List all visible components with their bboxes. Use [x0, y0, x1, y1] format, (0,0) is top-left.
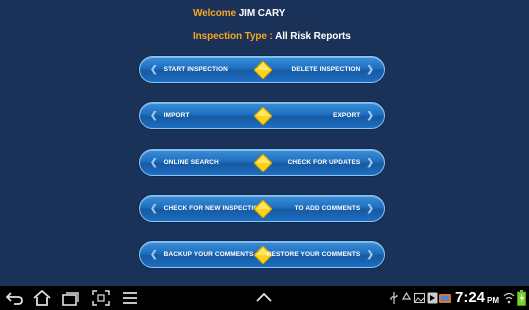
button-label: DELETE INSPECTION	[291, 66, 361, 73]
wifi-icon	[503, 292, 515, 304]
user-name: JIM CARY	[238, 8, 286, 19]
to-add-comments-button[interactable]: TO ADD COMMENTS ❯	[261, 196, 384, 221]
app-notification-icon	[439, 294, 451, 303]
button-label: BACKUP YOUR COMMENTS	[163, 251, 254, 258]
delete-inspection-button[interactable]: DELETE INSPECTION ❯	[261, 57, 384, 82]
backup-your-comments-button[interactable]: ❮ BACKUP YOUR COMMENTS	[140, 242, 263, 267]
gallery-icon	[414, 292, 425, 304]
chevron-left-icon: ❮	[150, 203, 158, 213]
chevron-right-icon: ❯	[366, 110, 374, 120]
button-label: TO ADD COMMENTS	[294, 205, 361, 212]
play-store-icon	[427, 292, 438, 304]
menu-row-3: ❮ ONLINE SEARCH CHECK FOR UPDATES ❯	[139, 149, 385, 176]
import-button[interactable]: ❮ IMPORT	[140, 103, 263, 128]
battery-icon	[517, 290, 526, 306]
chevron-right-icon: ❯	[366, 157, 374, 167]
menu-row-1: ❮ START INSPECTION DELETE INSPECTION ❯	[139, 56, 385, 83]
inspection-type-value: All Risk Reports	[275, 31, 351, 42]
system-navigation-bar: 7:24 PM	[0, 286, 529, 310]
button-label: CHECK FOR NEW INSPECTIONS	[163, 205, 268, 212]
menu-row-2: ❮ IMPORT EXPORT ❯	[139, 102, 385, 129]
welcome-label: Welcome	[193, 8, 237, 19]
check-for-new-inspections-button[interactable]: ❮ CHECK FOR NEW INSPECTIONS	[140, 196, 268, 221]
button-label: EXPORT	[333, 112, 361, 119]
button-label: RESTORE YOUR COMMENTS	[266, 251, 361, 258]
chevron-left-icon: ❮	[150, 157, 158, 167]
menu-row-4: ❮ CHECK FOR NEW INSPECTIONS TO ADD COMME…	[139, 195, 385, 222]
chevron-left-icon: ❮	[150, 110, 158, 120]
recycle-icon	[401, 292, 412, 300]
chevron-right-icon: ❯	[366, 249, 374, 259]
welcome-line: Welcome JIM CARY	[193, 8, 285, 19]
usb-icon	[390, 292, 398, 304]
home-icon[interactable]	[33, 290, 51, 306]
online-search-button[interactable]: ❮ ONLINE SEARCH	[140, 150, 263, 175]
inspection-type-label: Inspection Type :	[193, 31, 273, 42]
chevron-left-icon: ❮	[150, 64, 158, 74]
inspection-type-line: Inspection Type : All Risk Reports	[193, 31, 351, 42]
chevron-right-icon: ❯	[366, 203, 374, 213]
button-label: CHECK FOR UPDATES	[287, 159, 361, 166]
start-inspection-button[interactable]: ❮ START INSPECTION	[140, 57, 263, 82]
restore-your-comments-button[interactable]: RESTORE YOUR COMMENTS ❯	[261, 242, 384, 267]
button-label: IMPORT	[163, 112, 190, 119]
check-for-updates-button[interactable]: CHECK FOR UPDATES ❯	[261, 150, 384, 175]
menu-icon[interactable]	[122, 290, 138, 306]
clock-time: 7:24	[455, 289, 486, 306]
button-label: START INSPECTION	[163, 66, 228, 73]
menu-row-5: ❮ BACKUP YOUR COMMENTS RESTORE YOUR COMM…	[139, 241, 385, 268]
chevron-right-icon: ❯	[366, 64, 374, 74]
chevron-left-icon: ❮	[150, 249, 158, 259]
back-icon[interactable]	[6, 290, 24, 306]
screenshot-icon[interactable]	[92, 290, 110, 306]
recent-apps-icon[interactable]	[62, 290, 80, 306]
clock-ampm: PM	[487, 296, 499, 305]
chevron-up-icon[interactable]	[256, 292, 272, 302]
button-label: ONLINE SEARCH	[163, 159, 219, 166]
export-button[interactable]: EXPORT ❯	[261, 103, 384, 128]
